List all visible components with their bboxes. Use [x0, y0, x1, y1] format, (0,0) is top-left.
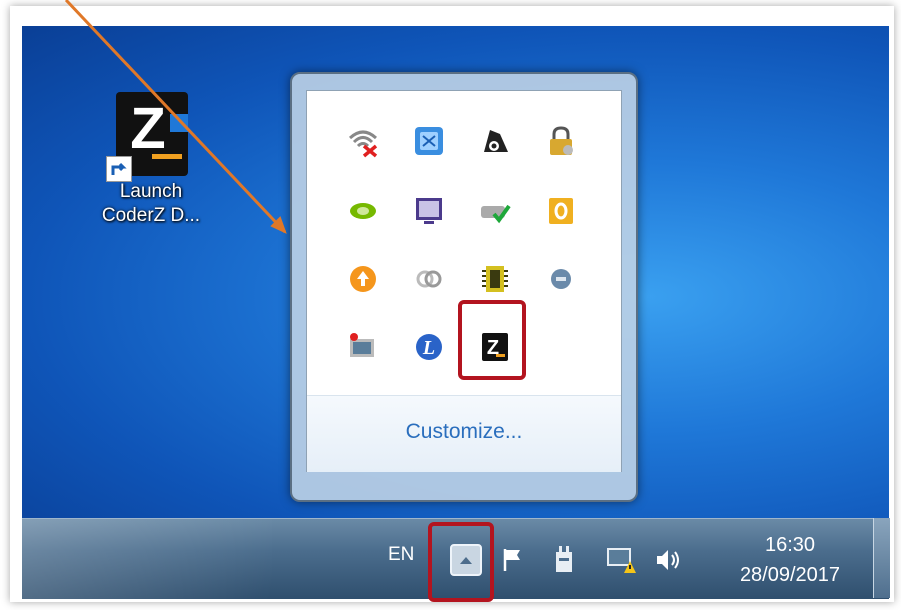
annotation-arrow — [64, 0, 287, 234]
